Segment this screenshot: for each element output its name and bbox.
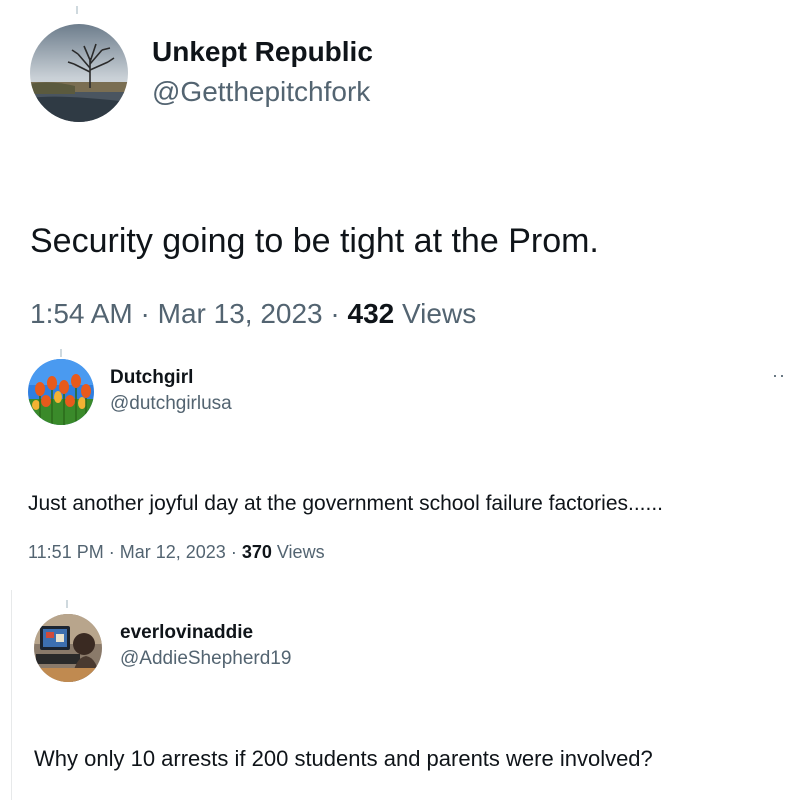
display-name[interactable]: everlovinaddie [120, 622, 253, 644]
tweet-reply-2[interactable]: everlovinaddie @AddieShepherd19 Why only… [0, 590, 800, 800]
separator: · [140, 298, 158, 329]
thread-tick [66, 600, 68, 608]
thread-line [11, 590, 12, 800]
tweet-date[interactable]: Mar 12, 2023 [120, 542, 226, 562]
tulips-avatar-icon [28, 359, 94, 425]
separator: · [330, 298, 348, 329]
tweet-reply-1[interactable]: Dutchgirl @dutchgirlusa ·· Just another … [0, 345, 800, 590]
avatar[interactable] [34, 614, 102, 682]
separator: · [230, 542, 242, 562]
tweet-metadata: 1:54 AM · Mar 13, 2023 · 432 Views [30, 298, 476, 330]
tweet-time[interactable]: 11:51 PM [28, 542, 104, 562]
more-options-icon[interactable]: ·· [772, 365, 786, 386]
tweet-main[interactable]: Unkept Republic @Getthepitchfork Securit… [0, 0, 800, 345]
display-name[interactable]: Unkept Republic [152, 36, 373, 68]
thread-tick [60, 349, 62, 357]
separator: · [108, 542, 120, 562]
user-handle[interactable]: @dutchgirlusa [110, 393, 232, 415]
views-count: 432 [347, 298, 403, 329]
avatar[interactable] [28, 359, 94, 425]
tweet-text: Why only 10 arrests if 200 students and … [34, 746, 653, 771]
avatar[interactable] [30, 24, 128, 122]
tweet-screenshot-collage: Unkept Republic @Getthepitchfork Securit… [0, 0, 800, 800]
views-label: Views [276, 542, 325, 562]
display-name[interactable]: Dutchgirl [110, 367, 193, 389]
thread-tick [76, 6, 78, 14]
tweet-time[interactable]: 1:54 AM [30, 298, 133, 329]
user-handle[interactable]: @AddieShepherd19 [120, 648, 291, 670]
person-at-computer-avatar-icon [34, 614, 102, 682]
views-label: Views [402, 298, 477, 329]
tweet-text: Security going to be tight at the Prom. [30, 222, 599, 260]
user-handle[interactable]: @Getthepitchfork [152, 76, 370, 108]
tweet-text: Just another joyful day at the governmen… [28, 492, 664, 515]
tree-landscape-avatar-icon [30, 24, 128, 122]
tweet-date[interactable]: Mar 13, 2023 [158, 298, 323, 329]
tweet-metadata: 11:51 PM · Mar 12, 2023 · 370 Views [28, 542, 325, 563]
views-count: 370 [241, 542, 277, 562]
